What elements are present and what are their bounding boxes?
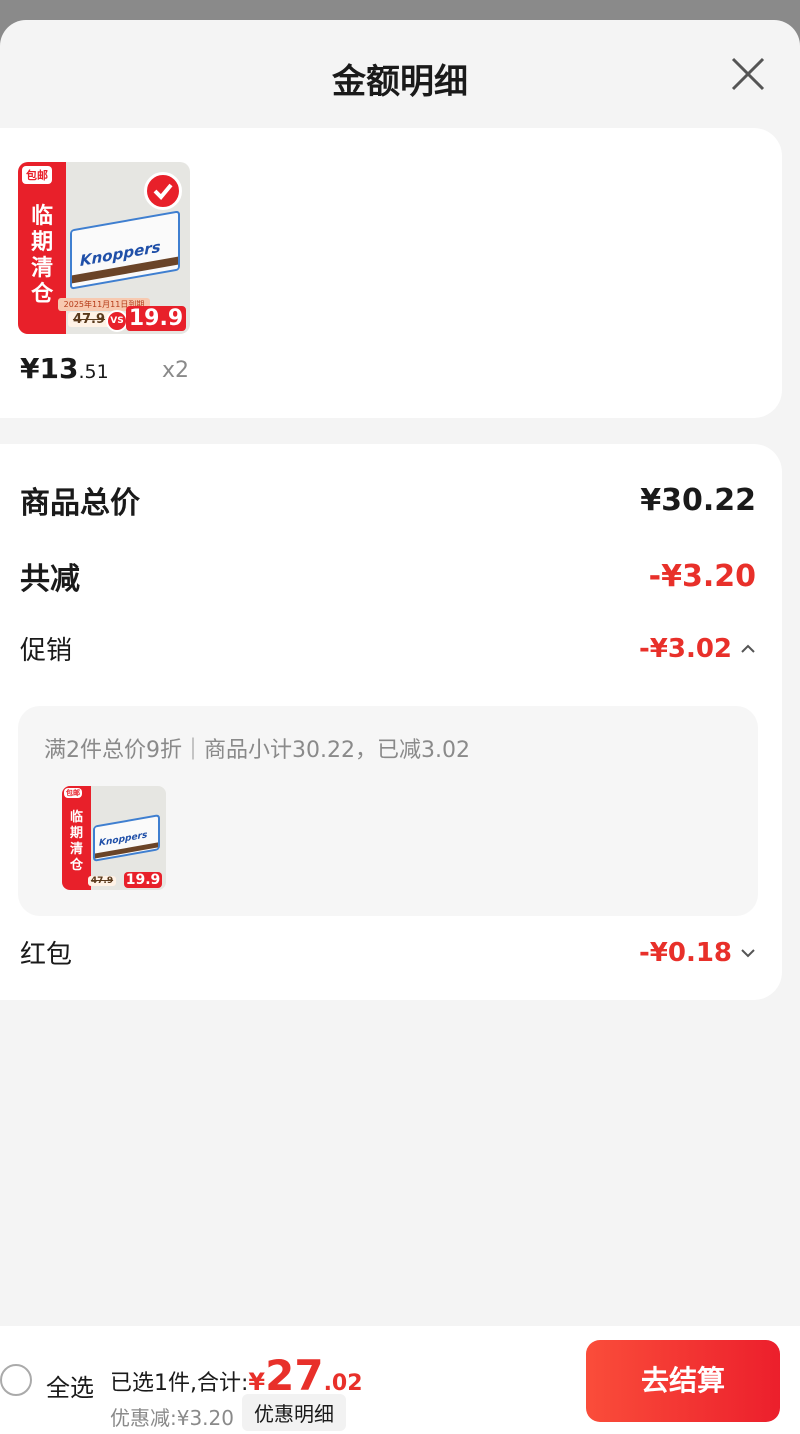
free-shipping-badge: 包邮: [22, 166, 52, 184]
total-value: ¥30.22: [640, 482, 756, 518]
select-all-radio[interactable]: [0, 1364, 32, 1396]
redpack-amount: -¥0.18: [639, 938, 756, 968]
sheet-header: 金额明细: [0, 20, 800, 130]
promo-detail-text: 满2件总价9折｜商品小计30.22，已减3.02: [44, 738, 470, 763]
promo-detail-box: 满2件总价9折｜商品小计30.22，已减3.02 临 期 清 仓 包邮 Knop…: [18, 706, 758, 916]
promo-amount: -¥3.02: [639, 634, 756, 664]
vs-badge: VS: [106, 310, 128, 332]
redpack-value: -¥0.18: [638, 937, 732, 968]
product-packs: Knoppers: [93, 814, 160, 862]
checkout-button[interactable]: 去结算: [586, 1340, 780, 1422]
banner-char: 清: [70, 842, 84, 857]
product-unit-price: ¥13.51: [20, 352, 109, 385]
new-price: 19.9: [124, 872, 162, 888]
old-price: 47.9: [68, 312, 110, 327]
price-integer: 13: [39, 352, 79, 385]
selected-count-text: 已选1件,合计:: [110, 1371, 249, 1396]
sheet-title: 金额明细: [332, 62, 468, 102]
checkout-total: ¥ 27 .02: [248, 1351, 363, 1400]
product-image[interactable]: 临 期 清 仓 包邮 Knoppers 2025年11月11日到期 47.9 V…: [18, 162, 190, 334]
banner-char: 临: [31, 204, 54, 229]
promo-value: -¥3.02: [638, 633, 732, 664]
check-icon: [144, 172, 182, 210]
promo-row[interactable]: 促销 -¥3.02: [20, 630, 756, 667]
banner-char: 仓: [70, 858, 84, 873]
total-label: 商品总价: [20, 486, 140, 521]
discount-text: 优惠减:¥3.20: [110, 1406, 234, 1430]
select-all-label[interactable]: 全选: [46, 1368, 94, 1403]
reduce-value: -¥3.20: [648, 558, 756, 594]
product-quantity: x2: [162, 358, 190, 383]
free-shipping-badge: 包邮: [64, 788, 82, 798]
chevron-up-icon: [741, 644, 755, 653]
promo-product-image[interactable]: 临 期 清 仓 包邮 Knoppers 47.9 19.9: [62, 786, 166, 890]
banner-char: 清: [31, 256, 54, 281]
promo-label: 促销: [20, 636, 73, 666]
amount-detail-sheet: 金额明细 临 期 清 仓 包邮 Knoppers 2025年11月11日到期 4…: [0, 20, 800, 1434]
total-integer: 27: [265, 1351, 324, 1400]
close-button[interactable]: [730, 56, 766, 92]
selected-summary: 已选1件,合计: ¥ 27 .02: [110, 1351, 363, 1400]
discount-detail-button[interactable]: 优惠明细: [242, 1394, 346, 1431]
clearance-banner: 临 期 清 仓: [62, 786, 92, 890]
total-row: 商品总价 ¥30.22: [20, 478, 756, 522]
currency-symbol: ¥: [20, 352, 40, 385]
total-currency-symbol: ¥: [248, 1368, 266, 1396]
banner-char: 期: [31, 230, 54, 255]
banner-char: 期: [70, 826, 84, 841]
reduce-label: 共减: [20, 562, 80, 597]
new-price: 19.9: [126, 306, 186, 331]
close-icon: [731, 57, 765, 91]
banner-char: 临: [70, 810, 84, 825]
product-card: 临 期 清 仓 包邮 Knoppers 2025年11月11日到期 47.9 V…: [0, 128, 782, 418]
old-price: 47.9: [88, 876, 116, 886]
chevron-down-icon: [741, 948, 755, 957]
checkout-bar: 全选 已选1件,合计: ¥ 27 .02 优惠减:¥3.20 优惠明细 去结算: [0, 1326, 800, 1434]
total-decimal: .02: [323, 1371, 363, 1396]
amount-summary-card: 商品总价 ¥30.22 共减 -¥3.20 促销 -¥3.02 满2件总价9折｜…: [0, 444, 782, 1000]
reduce-row: 共减 -¥3.20: [20, 554, 756, 598]
redpack-label: 红包: [20, 940, 73, 970]
redpack-row[interactable]: 红包 -¥0.18: [20, 934, 756, 971]
product-packs: Knoppers: [69, 210, 180, 290]
price-decimal: .51: [78, 361, 109, 383]
